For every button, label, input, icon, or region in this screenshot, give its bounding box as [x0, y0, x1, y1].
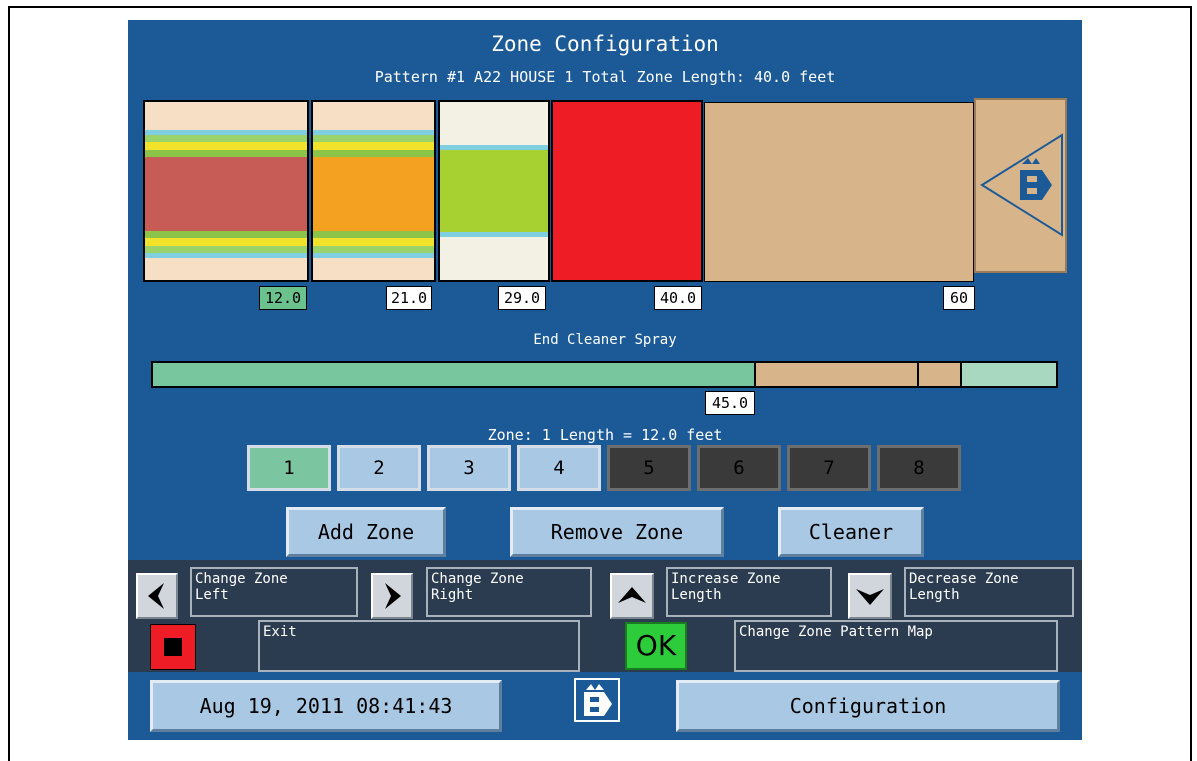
- zone-marker-1: 12.0: [259, 286, 307, 310]
- spray-marker: 45.0: [705, 391, 755, 415]
- zone-marker-3: 29.0: [498, 286, 546, 310]
- zone-button-5[interactable]: 5: [607, 445, 691, 491]
- zone-2-block[interactable]: [311, 100, 436, 282]
- decrease-zone-length-label: Decrease Zone Length: [904, 567, 1074, 617]
- zone-marker-end: 60: [943, 286, 975, 310]
- brand-logo: [572, 676, 622, 724]
- change-zone-left-label: Change Zone Left: [190, 567, 358, 617]
- exit-label: Exit: [258, 620, 580, 672]
- page-title: Zone Configuration: [491, 32, 719, 56]
- zone-configuration-screen: Zone Configuration Pattern #1 A22 HOUSE …: [128, 20, 1082, 740]
- zone-button-4[interactable]: 4: [517, 445, 601, 491]
- zone-4-block[interactable]: [551, 100, 703, 282]
- zone-button-6[interactable]: 6: [697, 445, 781, 491]
- frame-top-line: [8, 6, 1192, 8]
- decrease-zone-length-button[interactable]: [848, 573, 892, 619]
- logo-icon: [576, 680, 618, 720]
- zone-info: Zone: 1 Length = 12.0 feet: [487, 426, 723, 444]
- zone-button-8[interactable]: 8: [877, 445, 961, 491]
- change-zone-right-label: Change Zone Right: [426, 567, 592, 617]
- frame-right-line: [1190, 6, 1192, 761]
- spray-label: End Cleaner Spray: [533, 332, 677, 348]
- arrow-left-icon: [148, 583, 164, 609]
- increase-zone-length-label: Increase Zone Length: [666, 567, 832, 617]
- zone-button-3[interactable]: 3: [427, 445, 511, 491]
- arrow-right-icon: [385, 583, 401, 609]
- zone-marker-4: 40.0: [654, 286, 702, 310]
- zone-button-2[interactable]: 2: [337, 445, 421, 491]
- zone-button-1[interactable]: 1: [247, 445, 331, 491]
- change-zone-left-button[interactable]: [136, 573, 178, 619]
- zone-1-block[interactable]: [143, 100, 309, 282]
- lane-remaining-block: [704, 102, 974, 282]
- pattern-subtitle: Pattern #1 A22 HOUSE 1 Total Zone Length…: [374, 68, 836, 86]
- remove-zone-button[interactable]: Remove Zone: [510, 507, 724, 557]
- spray-bar-segment-a: [754, 361, 920, 388]
- zone-button-7[interactable]: 7: [787, 445, 871, 491]
- ok-button[interactable]: OK: [625, 622, 687, 670]
- arrow-down-icon: [856, 589, 884, 605]
- spray-bar-active: [151, 361, 757, 388]
- datetime-display: Aug 19, 2011 08:41:43: [150, 680, 502, 732]
- brand-arrow-icon: [980, 133, 1063, 237]
- spray-bar-end: [960, 361, 1058, 388]
- change-zone-right-button[interactable]: [371, 573, 413, 619]
- stop-button[interactable]: [150, 624, 196, 670]
- stop-square-icon: [164, 638, 182, 656]
- configuration-button[interactable]: Configuration: [676, 680, 1060, 732]
- frame-left-line: [8, 6, 10, 761]
- zone-3-block[interactable]: [438, 100, 550, 282]
- change-zone-pattern-map-label: Change Zone Pattern Map: [734, 620, 1058, 672]
- cleaner-button[interactable]: Cleaner: [778, 507, 924, 557]
- foul-line-block: [974, 98, 1067, 273]
- add-zone-button[interactable]: Add Zone: [286, 507, 446, 557]
- increase-zone-length-button[interactable]: [610, 573, 654, 619]
- arrow-up-icon: [618, 587, 646, 603]
- spray-bar-segment-b: [917, 361, 963, 388]
- zone-marker-2: 21.0: [386, 286, 432, 310]
